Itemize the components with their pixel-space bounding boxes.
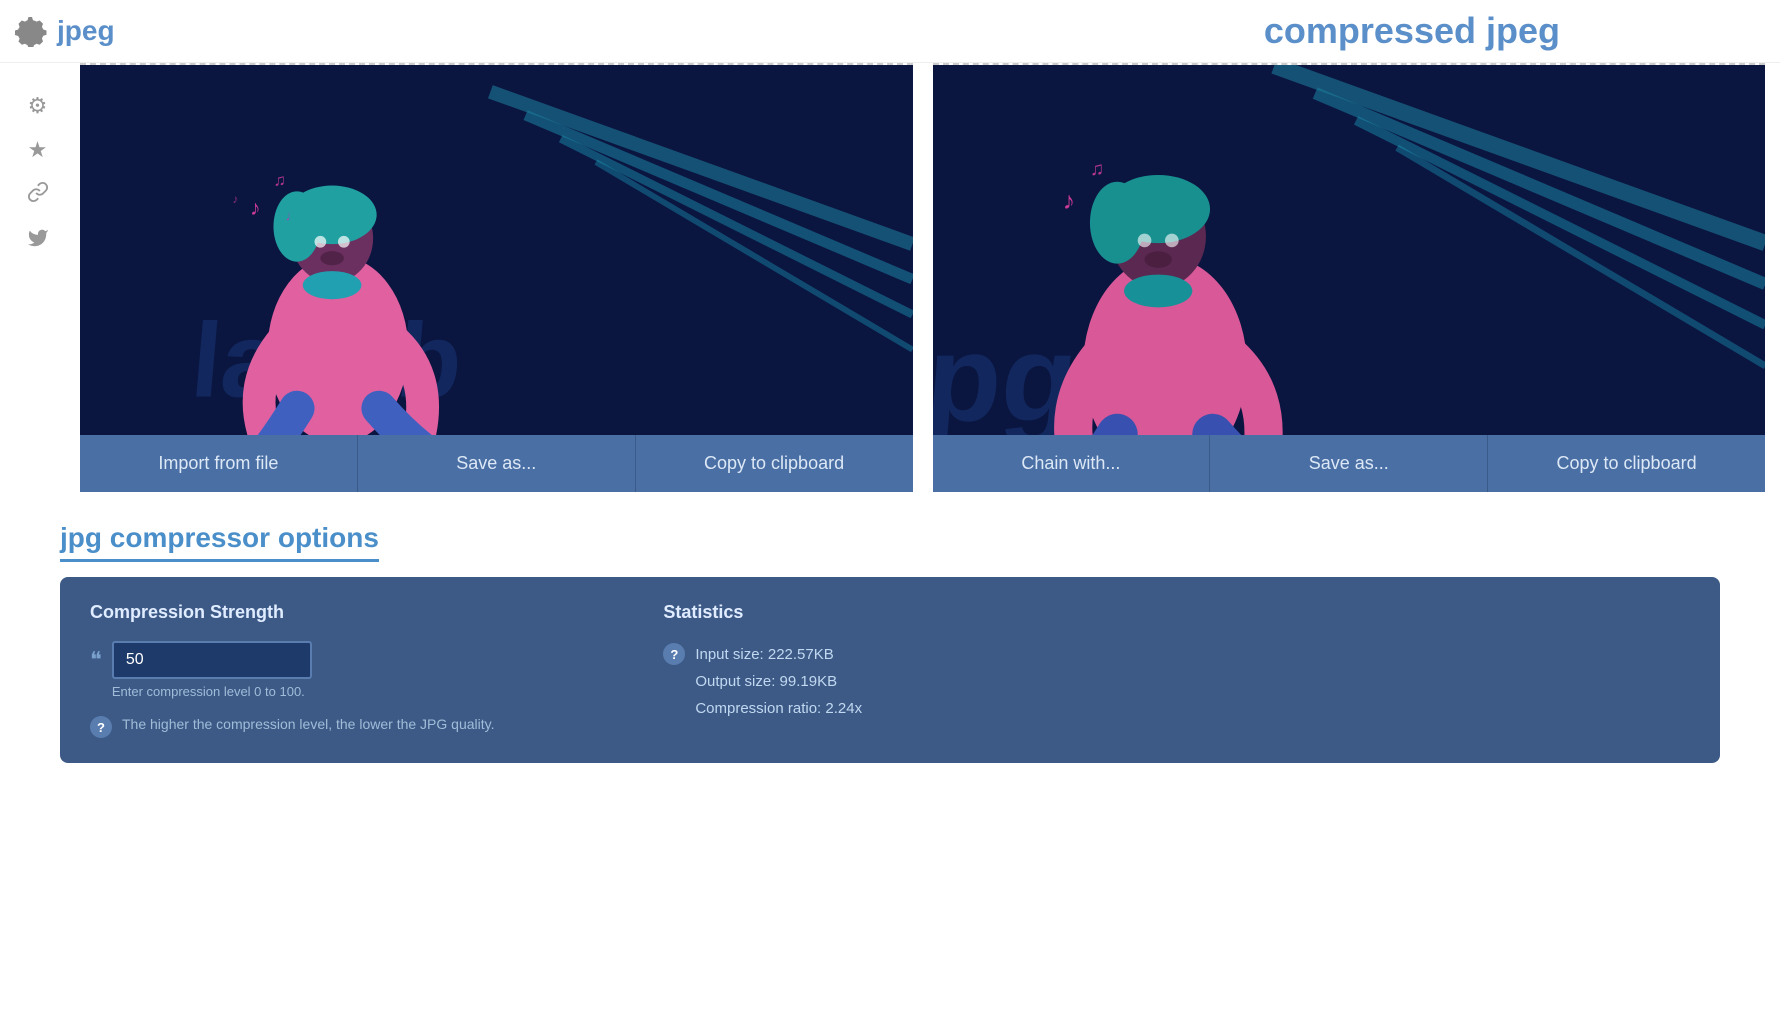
original-image-canvas: laci b xyxy=(80,65,913,435)
compression-strength-label: Compression Strength xyxy=(90,602,603,623)
star-sidebar-icon[interactable]: ★ xyxy=(28,137,48,163)
gear-sidebar-icon[interactable]: ⚙ xyxy=(28,93,48,119)
compression-ratio-stat: Compression ratio: 2.24x xyxy=(695,695,862,722)
save-as-left-button[interactable]: Save as... xyxy=(358,435,636,492)
output-size-stat: Output size: 99.19KB xyxy=(695,668,862,695)
left-action-bar: Import from file Save as... Copy to clip… xyxy=(80,435,913,492)
svg-text:♪: ♪ xyxy=(250,197,261,220)
compression-level-input[interactable] xyxy=(112,641,312,679)
compressed-title: compressed jpeg xyxy=(1264,10,1560,52)
compression-help-row: ? The higher the compression level, the … xyxy=(90,714,603,738)
compression-strength-col: Compression Strength ❝ Enter compression… xyxy=(90,602,603,738)
left-panel: laci b xyxy=(80,63,913,492)
compression-hint: Enter compression level 0 to 100. xyxy=(112,684,312,699)
chain-with-button[interactable]: Chain with... xyxy=(933,435,1211,492)
compression-input-row: ❝ Enter compression level 0 to 100. xyxy=(90,641,603,699)
quote-icon: ❝ xyxy=(90,647,102,673)
stats-help-icon: ? xyxy=(663,643,685,665)
save-as-right-button[interactable]: Save as... xyxy=(1210,435,1488,492)
copy-to-clipboard-left-button[interactable]: Copy to clipboard xyxy=(636,435,913,492)
svg-text:♩: ♩ xyxy=(285,208,299,224)
panels-row: laci b xyxy=(80,63,1765,492)
options-section: jpg compressor options Compression Stren… xyxy=(0,502,1780,783)
main-area: ⚙ ★ xyxy=(0,63,1780,492)
right-action-bar: Chain with... Save as... Copy to clipboa… xyxy=(933,435,1766,492)
svg-text:♪: ♪ xyxy=(232,193,238,206)
link-sidebar-icon[interactable] xyxy=(27,181,49,209)
import-from-file-button[interactable]: Import from file xyxy=(80,435,358,492)
right-panel: pg xyxy=(933,63,1766,492)
svg-text:♪: ♪ xyxy=(1062,188,1074,215)
stats-help-row: ? Input size: 222.57KB Output size: 99.1… xyxy=(663,641,1690,722)
statistics-col: Statistics ? Input size: 222.57KB Output… xyxy=(663,602,1690,738)
input-size-stat: Input size: 222.57KB xyxy=(695,641,862,668)
statistics-label: Statistics xyxy=(663,602,1690,623)
settings-gear-icon[interactable] xyxy=(15,15,47,47)
top-bar: jpeg compressed jpeg xyxy=(0,0,1780,63)
compressed-image-canvas: pg xyxy=(933,65,1766,435)
twitter-sidebar-icon[interactable] xyxy=(27,227,49,255)
compression-help-text: The higher the compression level, the lo… xyxy=(122,714,494,735)
svg-text:♫: ♫ xyxy=(273,172,285,190)
options-panel: Compression Strength ❝ Enter compression… xyxy=(60,577,1720,763)
options-title: jpg compressor options xyxy=(60,522,379,562)
svg-text:♫: ♫ xyxy=(1089,159,1103,180)
sidebar: ⚙ ★ xyxy=(15,63,60,492)
copy-to-clipboard-right-button[interactable]: Copy to clipboard xyxy=(1488,435,1765,492)
stat-lines: Input size: 222.57KB Output size: 99.19K… xyxy=(695,641,862,722)
help-icon: ? xyxy=(90,716,112,738)
app-title: jpeg xyxy=(57,15,115,47)
